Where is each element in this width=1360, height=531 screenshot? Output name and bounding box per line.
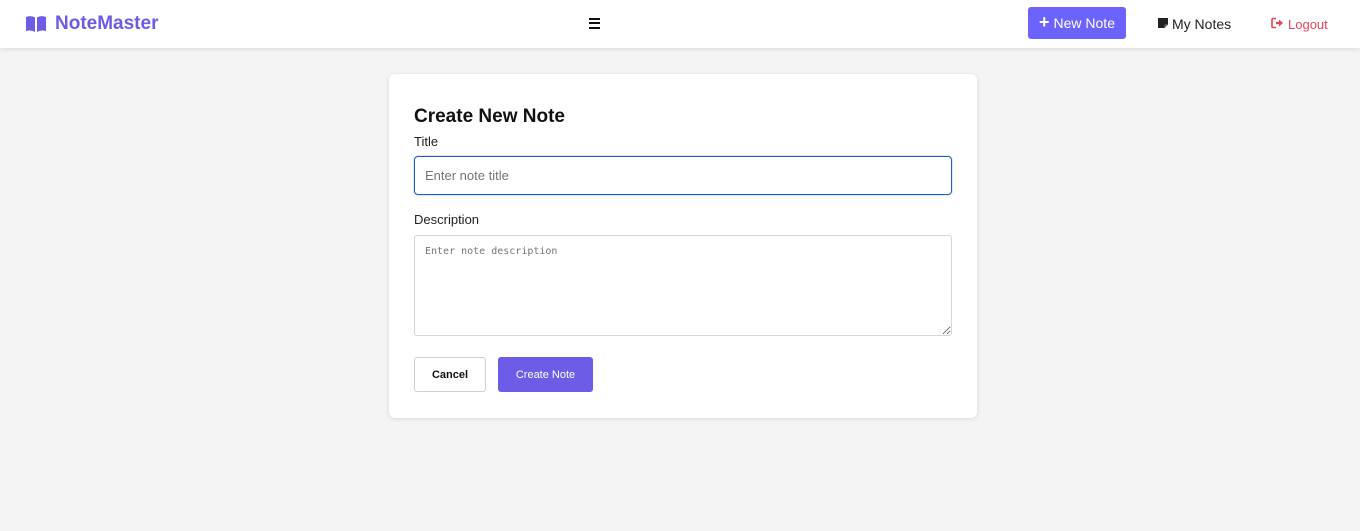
navbar: NoteMaster + New Note My Notes Logout — [0, 0, 1360, 48]
sign-out-icon — [1271, 17, 1284, 32]
title-label: Title — [414, 134, 439, 149]
sticky-note-icon — [1157, 16, 1169, 32]
new-note-label: New Note — [1053, 15, 1115, 31]
book-open-icon — [25, 15, 47, 33]
brand-logo[interactable]: NoteMaster — [25, 12, 158, 36]
new-note-button[interactable]: + New Note — [1028, 7, 1126, 39]
page-title: Create New Note — [414, 106, 565, 127]
create-note-card: Create New Note Title Description Cancel… — [389, 74, 977, 418]
nav-my-notes-link[interactable]: My Notes — [1157, 15, 1231, 33]
cancel-button[interactable]: Cancel — [414, 357, 486, 392]
logout-label: Logout — [1288, 16, 1328, 32]
title-input[interactable] — [414, 156, 952, 195]
hamburger-menu-icon[interactable] — [587, 15, 603, 31]
description-textarea[interactable] — [414, 235, 952, 336]
create-note-button[interactable]: Create Note — [498, 357, 593, 392]
brand-name: NoteMaster — [55, 13, 159, 34]
plus-icon: + — [1039, 12, 1050, 32]
logout-link[interactable]: Logout — [1271, 15, 1328, 33]
my-notes-label: My Notes — [1172, 16, 1232, 32]
description-label: Description — [414, 212, 480, 227]
